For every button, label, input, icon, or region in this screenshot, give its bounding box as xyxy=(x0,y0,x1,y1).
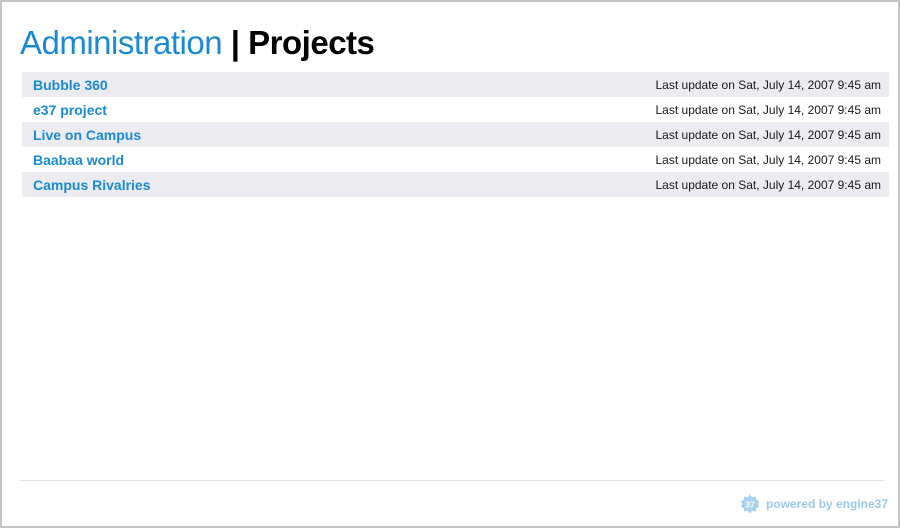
project-last-update: Last update on Sat, July 14, 2007 9:45 a… xyxy=(655,152,882,167)
project-row: e37 project Last update on Sat, July 14,… xyxy=(22,97,889,122)
project-link-e37-project[interactable]: e37 project xyxy=(33,102,107,118)
project-row: Live on Campus Last update on Sat, July … xyxy=(22,122,889,147)
project-row: Bubble 360 Last update on Sat, July 14, … xyxy=(22,72,889,97)
project-link-bubble-360[interactable]: Bubble 360 xyxy=(33,77,108,93)
section-title[interactable]: Administration xyxy=(20,24,223,61)
project-list: Bubble 360 Last update on Sat, July 14, … xyxy=(22,72,889,197)
title-separator: | xyxy=(230,24,240,61)
project-link-baabaa-world[interactable]: Baabaa world xyxy=(33,152,124,168)
project-last-update: Last update on Sat, July 14, 2007 9:45 a… xyxy=(655,127,882,142)
app-window: Administration | Projects Bubble 360 Las… xyxy=(0,0,900,528)
project-link-campus-rivalries[interactable]: Campus Rivalries xyxy=(33,177,151,193)
footer-divider xyxy=(20,480,884,481)
project-last-update: Last update on Sat, July 14, 2007 9:45 a… xyxy=(655,177,882,192)
project-row: Campus Rivalries Last update on Sat, Jul… xyxy=(22,172,889,197)
page-title: Administration | Projects xyxy=(20,24,375,62)
project-last-update: Last update on Sat, July 14, 2007 9:45 a… xyxy=(655,102,882,117)
engine37-badge-icon: 37 xyxy=(740,494,760,514)
powered-by-link[interactable]: 37 powered by engine37 xyxy=(740,494,888,514)
page-name: Projects xyxy=(248,24,375,61)
project-row: Baabaa world Last update on Sat, July 14… xyxy=(22,147,889,172)
project-link-live-on-campus[interactable]: Live on Campus xyxy=(33,127,141,143)
project-last-update: Last update on Sat, July 14, 2007 9:45 a… xyxy=(655,77,882,92)
badge-text: 37 xyxy=(745,500,755,510)
powered-by-text: powered by engine37 xyxy=(765,497,888,511)
